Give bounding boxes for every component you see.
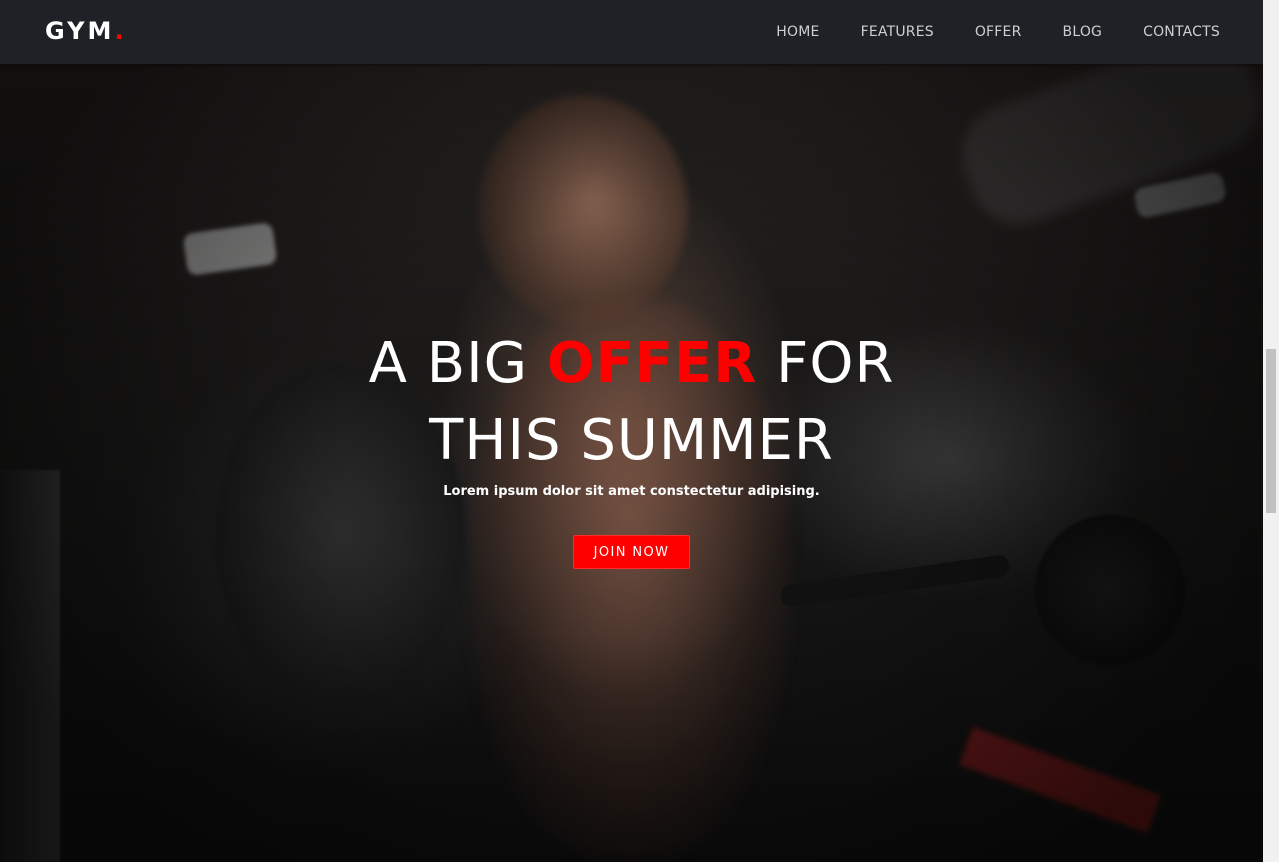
vertical-scrollbar[interactable] (1263, 0, 1279, 862)
hero-content: A BIG OFFER FOR THIS SUMMER Lorem ipsum d… (0, 0, 1263, 862)
nav-contacts[interactable]: CONTACTS (1143, 24, 1220, 40)
logo-dot: . (114, 17, 127, 45)
headline-part2: FOR (757, 331, 895, 396)
logo-text: GYM (45, 17, 115, 45)
navbar: GYM. HOME FEATURES OFFER BLOG CONTACTS (0, 0, 1263, 64)
nav-features[interactable]: FEATURES (861, 24, 934, 40)
nav-home[interactable]: HOME (776, 24, 819, 40)
hero-headline: A BIG OFFER FOR THIS SUMMER (0, 325, 1263, 479)
logo[interactable]: GYM. (45, 17, 127, 45)
nav-links: HOME FEATURES OFFER BLOG CONTACTS (735, 0, 1220, 64)
nav-offer[interactable]: OFFER (975, 24, 1022, 40)
hero-subtitle: Lorem ipsum dolor sit amet constectetur … (443, 484, 820, 499)
headline-line2: THIS SUMMER (429, 408, 834, 473)
headline-part1: A BIG (368, 331, 547, 396)
nav-blog[interactable]: BLOG (1063, 24, 1103, 40)
scrollbar-thumb[interactable] (1266, 349, 1276, 513)
join-now-button[interactable]: JOIN NOW (573, 535, 690, 569)
headline-highlight: OFFER (546, 331, 758, 396)
